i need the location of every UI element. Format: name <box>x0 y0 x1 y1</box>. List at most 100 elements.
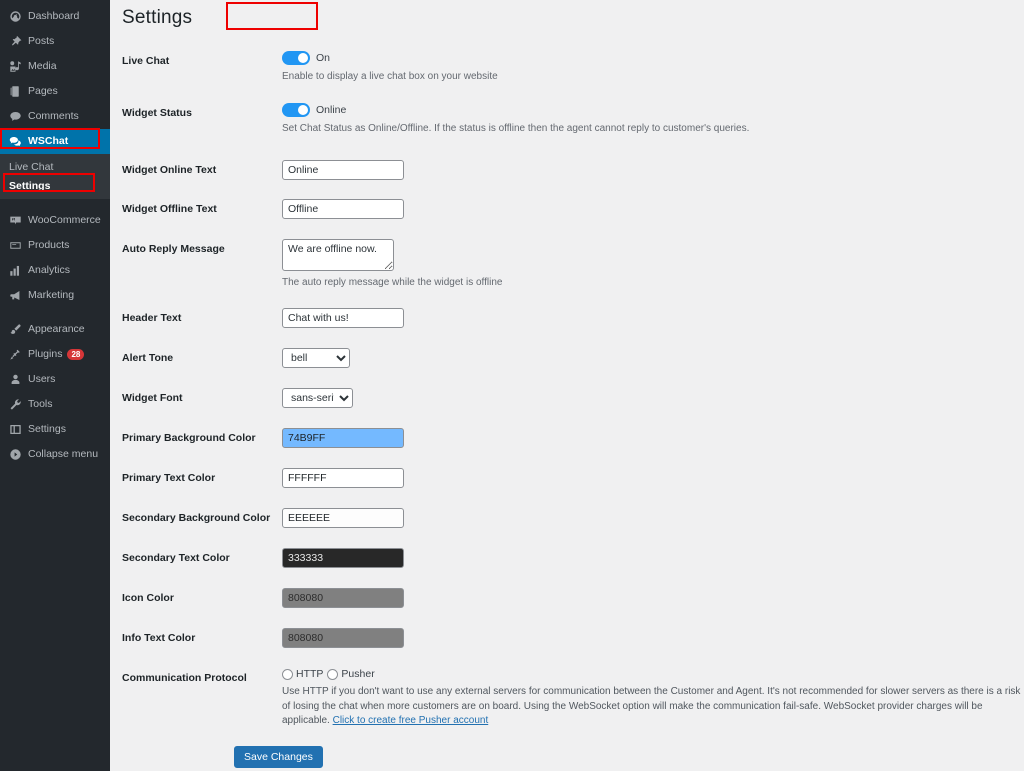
pin-icon <box>8 35 22 49</box>
protocol-radio-pusher-label: Pusher <box>341 668 375 680</box>
plugins-update-badge: 28 <box>67 348 85 361</box>
pusher-account-link[interactable]: Click to create free Pusher account <box>333 715 489 726</box>
sidebar-item-settings[interactable]: Settings <box>0 417 110 442</box>
sidebar-item-products[interactable]: Products <box>0 233 110 258</box>
analytics-icon <box>8 264 22 278</box>
widget-online-text-input[interactable] <box>282 160 404 180</box>
primary-background-color-input[interactable] <box>282 428 404 448</box>
user-icon <box>8 373 22 387</box>
sidebar-item-analytics[interactable]: Analytics <box>0 258 110 283</box>
sidebar-item-pages[interactable]: Pages <box>0 79 110 104</box>
setting-row-primary-background-color: Primary Background Color <box>110 428 1024 448</box>
setting-label: Widget Online Text <box>122 164 217 176</box>
protocol-radio-http[interactable] <box>282 668 293 680</box>
setting-row-icon-color: Icon Color <box>110 588 1024 608</box>
setting-label: Header Text <box>122 312 182 324</box>
communication-protocol-description: Use HTTP if you don't want to use any ex… <box>282 685 1022 729</box>
sidebar-item-posts[interactable]: Posts <box>0 29 110 54</box>
sidebar-item-label: Settings <box>28 423 66 436</box>
sidebar-item-collapse-menu[interactable]: Collapse menu <box>0 442 110 467</box>
sidebar-item-media[interactable]: Media <box>0 54 110 79</box>
widget-status-toggle[interactable] <box>282 103 310 117</box>
setting-label: Secondary Background Color <box>122 512 271 524</box>
sidebar-item-label: Plugins <box>28 348 63 361</box>
sidebar-item-comments[interactable]: Comments <box>0 104 110 129</box>
setting-row-secondary-background-color: Secondary Background Color <box>110 508 1024 528</box>
page-title: Settings <box>122 7 193 28</box>
megaphone-icon <box>8 289 22 303</box>
sidebar-item-label: Collapse menu <box>28 448 99 461</box>
sidebar-item-label: Posts <box>28 35 55 48</box>
protocol-radio-http-label: HTTP <box>296 668 324 680</box>
sidebar-item-users[interactable]: Users <box>0 367 110 392</box>
sidebar-item-label: Comments <box>28 110 79 123</box>
sidebar-item-dashboard[interactable]: Dashboard <box>0 4 110 29</box>
collapse-icon <box>8 448 22 462</box>
setting-label: Communication Protocol <box>122 672 247 684</box>
settings-form: Live Chat On Enable to display a live ch… <box>110 51 1024 729</box>
sidebar-item-wschat[interactable]: WSChat <box>0 129 118 154</box>
setting-label: Widget Status <box>122 107 192 119</box>
setting-row-widget-offline-text: Widget Offline Text <box>110 199 1024 219</box>
setting-row-live-chat: Live Chat On Enable to display a live ch… <box>110 51 1024 84</box>
setting-row-auto-reply-message: Auto Reply Message We are offline now. T… <box>110 239 1024 290</box>
sidebar-item-label: Media <box>28 60 57 73</box>
setting-row-widget-status: Widget Status Online Set Chat Status as … <box>110 103 1024 136</box>
sidebar-item-tools[interactable]: Tools <box>0 392 110 417</box>
icon-color-input[interactable] <box>282 588 404 608</box>
auto-reply-message-description: The auto reply message while the widget … <box>282 277 503 288</box>
submenu-item-settings[interactable]: Settings <box>0 176 110 195</box>
sidebar-item-plugins[interactable]: Plugins 28 <box>0 342 110 367</box>
sidebar-item-label: Products <box>28 239 70 252</box>
setting-label: Auto Reply Message <box>122 243 225 255</box>
media-icon <box>8 60 22 74</box>
setting-label: Primary Background Color <box>122 432 256 444</box>
wschat-submenu: Live Chat Settings <box>0 154 110 199</box>
setting-row-widget-online-text: Widget Online Text <box>110 160 1024 180</box>
setting-label: Widget Font <box>122 392 183 404</box>
setting-label: Icon Color <box>122 592 174 604</box>
primary-text-color-input[interactable] <box>282 468 404 488</box>
submenu-item-label: Settings <box>9 179 51 192</box>
menu-separator <box>0 308 110 317</box>
live-chat-toggle-state: On <box>316 52 331 64</box>
products-icon <box>8 239 22 253</box>
protocol-radio-pusher[interactable] <box>327 668 339 680</box>
setting-label: Widget Offline Text <box>122 203 217 215</box>
submenu-item-live-chat[interactable]: Live Chat <box>0 157 110 176</box>
comment-icon <box>8 110 22 124</box>
live-chat-toggle[interactable] <box>282 51 310 65</box>
sidebar-item-label: Dashboard <box>28 10 80 23</box>
sidebar-item-label: WSChat <box>28 135 69 148</box>
widget-status-description: Set Chat Status as Online/Offline. If th… <box>282 123 750 134</box>
auto-reply-message-textarea[interactable]: We are offline now. <box>282 239 394 271</box>
setting-label: Live Chat <box>122 55 170 67</box>
sidebar-item-marketing[interactable]: Marketing <box>0 283 110 308</box>
sidebar-item-label: Appearance <box>28 323 85 336</box>
sidebar-item-woocommerce[interactable]: WooCommerce <box>0 208 110 233</box>
save-changes-button[interactable]: Save Changes <box>234 746 323 768</box>
brush-icon <box>8 323 22 337</box>
sidebar-item-label: WooCommerce <box>28 214 101 227</box>
admin-sidebar: Dashboard Posts Media Pages Comments WSC… <box>0 0 118 771</box>
info-text-color-input[interactable] <box>282 628 404 648</box>
alert-tone-select[interactable]: bell <box>282 348 350 368</box>
header-text-input[interactable] <box>282 308 404 328</box>
save-area: Save Changes <box>234 746 323 768</box>
widget-offline-text-input[interactable] <box>282 199 404 219</box>
secondary-background-color-input[interactable] <box>282 508 404 528</box>
woocommerce-icon <box>8 214 22 228</box>
sidebar-item-appearance[interactable]: Appearance <box>0 317 110 342</box>
sidebar-item-label: Marketing <box>28 289 75 302</box>
widget-status-toggle-state: Online <box>316 104 347 116</box>
widget-font-select[interactable]: sans-serif <box>282 388 353 408</box>
setting-row-alert-tone: Alert Tone bell <box>110 348 1024 368</box>
plugin-icon <box>8 348 22 362</box>
live-chat-description: Enable to display a live chat box on you… <box>282 71 498 82</box>
setting-row-primary-text-color: Primary Text Color <box>110 468 1024 488</box>
setting-label: Info Text Color <box>122 632 196 644</box>
secondary-text-color-input[interactable] <box>282 548 404 568</box>
setting-label: Secondary Text Color <box>122 552 230 564</box>
settings-icon <box>8 423 22 437</box>
settings-content: Settings Live Chat On Enable to display … <box>110 0 1024 771</box>
